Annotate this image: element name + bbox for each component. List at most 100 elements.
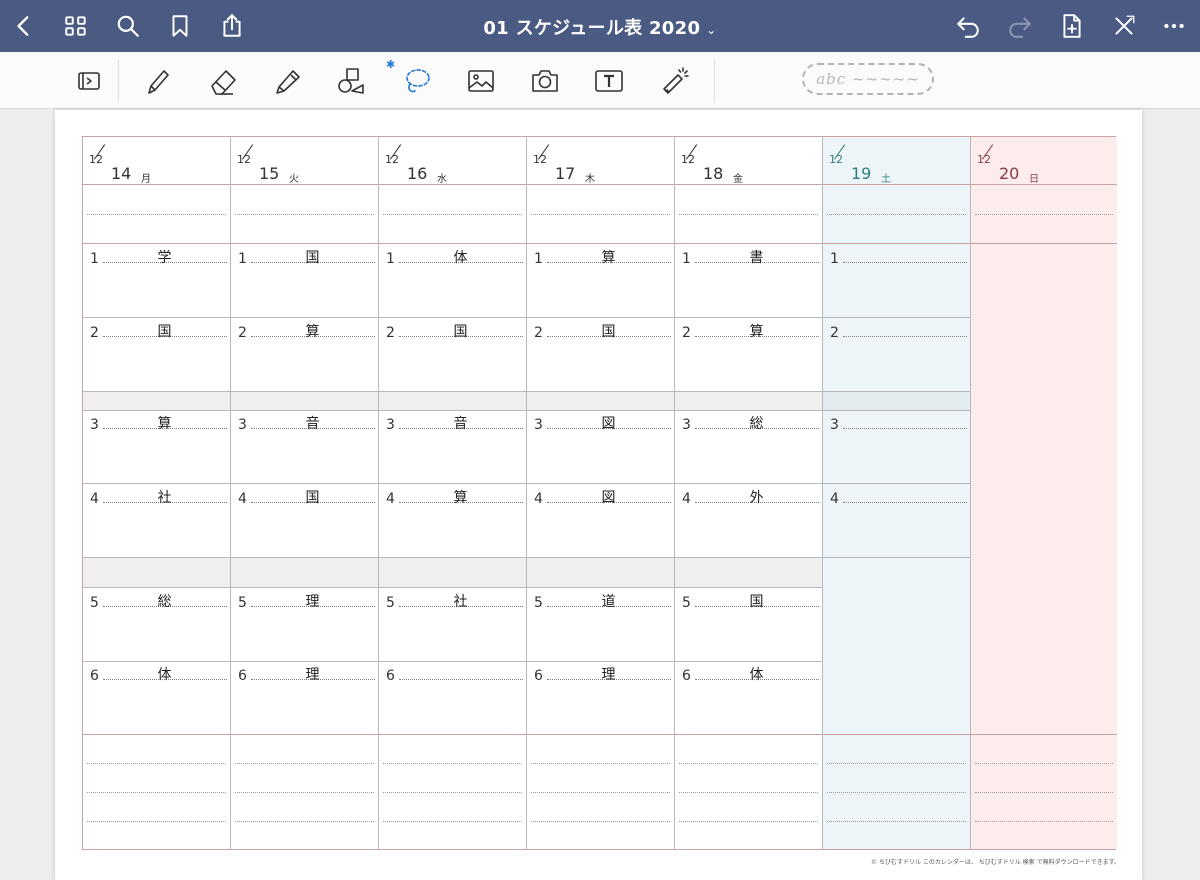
period-cell[interactable]: 2国 xyxy=(83,318,230,392)
shapes-icon[interactable] xyxy=(332,62,370,100)
period-cell[interactable]: 5道 xyxy=(527,588,674,662)
period-cell[interactable]: 5理 xyxy=(231,588,378,662)
period-cell[interactable]: 6体 xyxy=(675,661,822,735)
period-cell[interactable]: 4算 xyxy=(379,484,526,558)
day-column[interactable]: 12 16 水 1 体 2 国 3 音 4 算 5 社 6 xyxy=(379,137,527,849)
period-cell[interactable]: 5社 xyxy=(379,588,526,662)
subject-label: 国 xyxy=(749,594,764,610)
more-icon[interactable] xyxy=(1158,10,1190,42)
period-line xyxy=(843,262,967,263)
period-cell[interactable]: 3音 xyxy=(231,410,378,484)
memo-area[interactable] xyxy=(675,185,822,244)
period-cell[interactable]: 6 xyxy=(379,661,526,735)
period-cell[interactable]: 6理 xyxy=(231,661,378,735)
eraser-icon[interactable] xyxy=(204,62,242,100)
period-cell[interactable]: 3図 xyxy=(527,410,674,484)
memo-line xyxy=(975,763,1113,764)
subject-label: 体 xyxy=(749,667,764,683)
lasso-icon[interactable] xyxy=(398,62,436,100)
period-line xyxy=(843,502,967,503)
bottom-memo-area[interactable] xyxy=(231,734,378,850)
bottom-memo-area[interactable] xyxy=(83,734,230,850)
day-column[interactable]: 12 18 金 1 書 2 算 3 総 4 外 5 国 6 体 xyxy=(675,137,823,849)
sidebar-icon[interactable] xyxy=(70,62,108,100)
bottom-memo-area[interactable] xyxy=(971,734,1117,850)
period-cell[interactable]: 4社 xyxy=(83,484,230,558)
period-cell[interactable]: 4外 xyxy=(675,484,822,558)
document-title-text: 01 スケジュール表 2020 xyxy=(483,18,701,39)
day-column[interactable]: 12 20 日 xyxy=(971,137,1117,849)
period-cell[interactable]: 2国 xyxy=(379,318,526,392)
day-number: 17 xyxy=(555,164,576,183)
memo-area[interactable] xyxy=(379,185,526,244)
period-cell[interactable]: 2国 xyxy=(527,318,674,392)
image-icon[interactable] xyxy=(462,62,500,100)
handwriting-tool[interactable]: abc ~~~~~ xyxy=(802,63,934,95)
break-row xyxy=(823,391,970,411)
period-number: 6 xyxy=(238,668,247,684)
period-cell[interactable]: 3算 xyxy=(83,410,230,484)
highlighter-icon[interactable] xyxy=(268,62,306,100)
chevron-down-icon: ⌄ xyxy=(706,23,717,37)
laser-pointer-icon[interactable] xyxy=(656,62,694,100)
day-column[interactable]: 12 19 土 1 2 3 4 xyxy=(823,137,971,849)
bookmark-icon[interactable] xyxy=(164,10,196,42)
redo-icon[interactable] xyxy=(1004,10,1036,42)
bottom-memo-area[interactable] xyxy=(379,734,526,850)
break-row xyxy=(675,391,822,411)
memo-line xyxy=(531,763,670,764)
bottom-memo-area[interactable] xyxy=(823,734,970,850)
bottom-memo-area[interactable] xyxy=(527,734,674,850)
add-page-icon[interactable] xyxy=(1056,10,1088,42)
memo-area[interactable] xyxy=(823,185,970,244)
period-cell[interactable]: 1 xyxy=(823,244,970,318)
close-icon[interactable] xyxy=(1108,10,1140,42)
period-number: 5 xyxy=(386,595,395,611)
share-icon[interactable] xyxy=(216,10,248,42)
period-cell[interactable]: 1体 xyxy=(379,244,526,318)
undo-icon[interactable] xyxy=(952,10,984,42)
period-cell[interactable]: 6体 xyxy=(83,661,230,735)
textbox-icon[interactable] xyxy=(590,62,628,100)
period-cell[interactable]: 4図 xyxy=(527,484,674,558)
period-cell[interactable]: 6理 xyxy=(527,661,674,735)
day-column[interactable]: 12 17 木 1 算 2 国 3 図 4 図 5 道 6 理 xyxy=(527,137,675,849)
day-header: 12 18 金 xyxy=(675,137,822,185)
period-cell[interactable]: 2算 xyxy=(231,318,378,392)
bottom-memo-area[interactable] xyxy=(675,734,822,850)
period-cell[interactable]: 2算 xyxy=(675,318,822,392)
period-cell[interactable]: 2 xyxy=(823,318,970,392)
subject-label: 算 xyxy=(749,324,764,340)
pen-icon[interactable] xyxy=(138,62,176,100)
day-column[interactable]: 12 15 火 1 国 2 算 3 音 4 国 5 理 6 理 xyxy=(231,137,379,849)
period-cell[interactable]: 3 xyxy=(823,410,970,484)
document-title-button[interactable]: 01 スケジュール表 2020 ⌄ xyxy=(483,18,716,39)
search-icon[interactable] xyxy=(112,10,144,42)
memo-area[interactable] xyxy=(83,185,230,244)
period-cell[interactable]: 1書 xyxy=(675,244,822,318)
period-cell[interactable]: 4 xyxy=(823,484,970,558)
memo-area[interactable] xyxy=(971,185,1117,244)
break-row xyxy=(379,557,526,588)
period-cell[interactable]: 5総 xyxy=(83,588,230,662)
memo-area[interactable] xyxy=(527,185,674,244)
camera-icon[interactable] xyxy=(526,62,564,100)
period-cell[interactable]: 4国 xyxy=(231,484,378,558)
subject-label: 算 xyxy=(453,490,468,506)
period-cell[interactable]: 3総 xyxy=(675,410,822,484)
grid-icon[interactable] xyxy=(60,10,92,42)
subject-label: 外 xyxy=(749,490,764,506)
memo-area[interactable] xyxy=(231,185,378,244)
document-page[interactable]: 12 14 月 1 学 2 国 3 算 4 社 5 総 6 体 12 15 火 1 国 2 算 3 音 4 国 5 理 6 理 12 16 水 1… xyxy=(55,110,1142,880)
period-cell[interactable]: 3音 xyxy=(379,410,526,484)
period-cell[interactable]: 1算 xyxy=(527,244,674,318)
subject-label: 国 xyxy=(453,324,468,340)
back-icon[interactable] xyxy=(8,10,40,42)
subject-label: 算 xyxy=(305,324,320,340)
memo-line xyxy=(235,763,374,764)
day-column[interactable]: 12 14 月 1 学 2 国 3 算 4 社 5 総 6 体 xyxy=(83,137,231,849)
period-number: 6 xyxy=(386,668,395,684)
period-cell[interactable]: 1国 xyxy=(231,244,378,318)
period-cell[interactable]: 5国 xyxy=(675,588,822,662)
period-cell[interactable]: 1学 xyxy=(83,244,230,318)
